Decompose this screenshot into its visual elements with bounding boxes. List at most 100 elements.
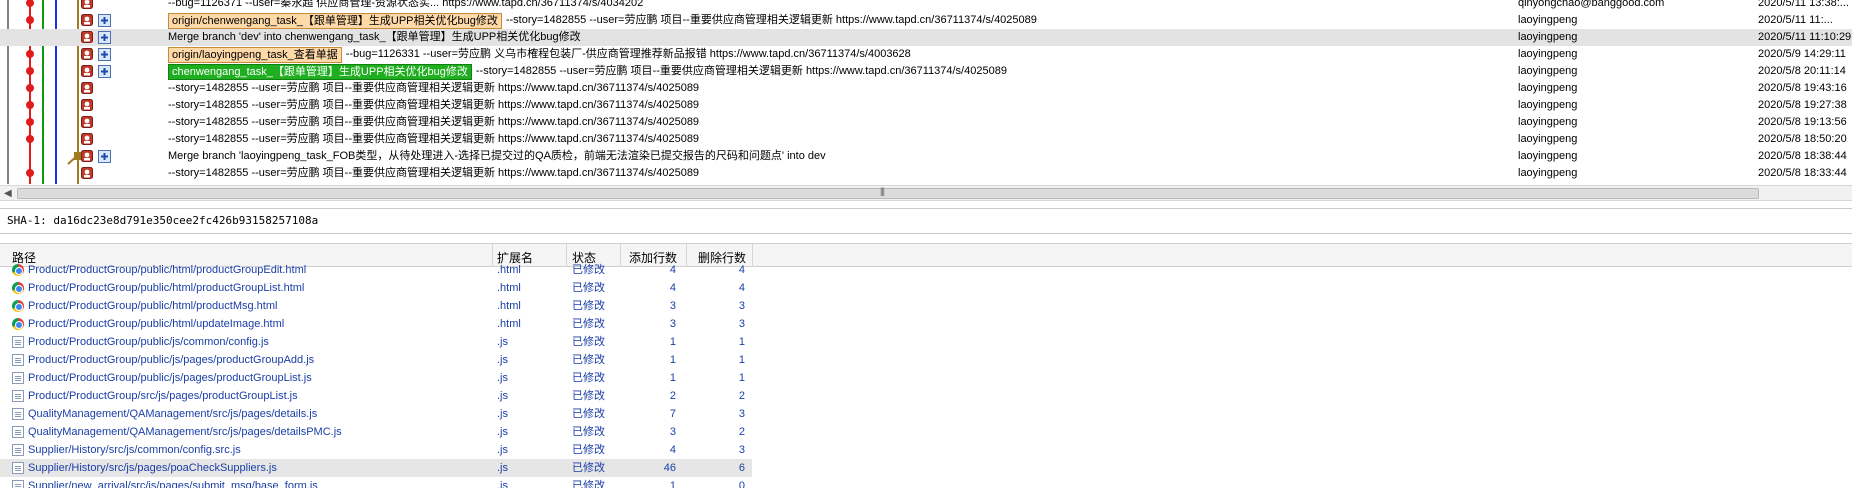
file-status: 已修改	[572, 480, 605, 488]
commit-author: laoyingpeng	[1518, 167, 1578, 179]
commit-message-text: Merge branch 'dev' into chenwengang_task…	[168, 31, 581, 43]
file-status: 已修改	[572, 282, 605, 294]
file-status: 已修改	[572, 408, 605, 420]
html-file-icon	[12, 318, 24, 330]
commit-row[interactable]: --story=1482855 --user=劳应鹏 项目--重要供应商管理相关…	[0, 165, 1852, 182]
scroll-left-arrow-icon[interactable]: ◀	[4, 188, 12, 199]
commit-row[interactable]: chenwengang_task_【跟单管理】生成UPP相关优化bug修改 --s…	[0, 63, 1852, 80]
table-row[interactable]: Product/ProductGroup/public/js/pages/pro…	[0, 369, 752, 387]
commit-message: --story=1482855 --user=劳应鹏 项目--重要供应商管理相关…	[168, 114, 699, 131]
merge-plus-icon	[98, 65, 111, 78]
file-extension: .js	[497, 390, 508, 402]
commit-message: --story=1482855 --user=劳应鹏 项目--重要供应商管理相关…	[168, 165, 699, 182]
html-file-icon	[12, 264, 24, 276]
commit-message: --story=1482855 --user=劳应鹏 项目--重要供应商管理相关…	[168, 97, 699, 114]
file-path: Supplier/new_arrival/src/js/pages/submit…	[28, 480, 318, 488]
commit-author: laoyingpeng	[1518, 48, 1578, 60]
commit-author: laoyingpeng	[1518, 31, 1578, 43]
file-status: 已修改	[572, 462, 605, 474]
table-row[interactable]: Product/ProductGroup/public/js/common/co…	[0, 333, 752, 351]
table-row[interactable]: Product/ProductGroup/src/js/pages/produc…	[0, 387, 752, 405]
table-row[interactable]: QualityManagement/QAManagement/src/js/pa…	[0, 423, 752, 441]
commit-row[interactable]: origin/chenwengang_task_【跟单管理】生成UPP相关优化b…	[0, 12, 1852, 29]
js-file-icon	[12, 426, 24, 438]
table-row[interactable]: Supplier/History/src/js/pages/poaCheckSu…	[0, 459, 752, 477]
sha-text[interactable]: SHA-1: da16dc23e8d791e350cee2fc426b93158…	[7, 214, 318, 227]
log-horizontal-scrollbar[interactable]: ◀ |||	[0, 185, 1852, 201]
lines-added: 1	[669, 372, 676, 384]
file-extension: .html	[497, 282, 521, 294]
commit-avatar-icon	[81, 150, 93, 162]
file-status: 已修改	[572, 336, 605, 348]
file-status: 已修改	[572, 444, 605, 456]
table-row[interactable]: Product/ProductGroup/public/html/product…	[0, 261, 752, 279]
js-file-icon	[12, 390, 24, 402]
file-path: Product/ProductGroup/public/html/product…	[28, 264, 307, 276]
commit-message: chenwengang_task_【跟单管理】生成UPP相关优化bug修改 --s…	[168, 63, 1007, 80]
file-extension: .html	[497, 300, 521, 312]
lines-removed: 3	[738, 300, 745, 312]
file-extension: .js	[497, 426, 508, 438]
table-row[interactable]: Supplier/History/src/js/common/config.sr…	[0, 441, 752, 459]
lines-added: 4	[669, 282, 676, 294]
file-path: Product/ProductGroup/public/html/product…	[28, 300, 278, 312]
commit-author: laoyingpeng	[1518, 116, 1578, 128]
lines-removed: 1	[738, 336, 745, 348]
table-row[interactable]: QualityManagement/QAManagement/src/js/pa…	[0, 405, 752, 423]
commit-avatar-icon	[81, 133, 93, 145]
table-row[interactable]: Product/ProductGroup/public/html/updateI…	[0, 315, 752, 333]
table-row[interactable]: Supplier/new_arrival/src/js/pages/submit…	[0, 477, 752, 488]
js-file-icon	[12, 462, 24, 474]
commit-row[interactable]: --story=1482855 --user=劳应鹏 项目--重要供应商管理相关…	[0, 114, 1852, 131]
commit-row[interactable]: --story=1482855 --user=劳应鹏 项目--重要供应商管理相关…	[0, 131, 1852, 148]
lines-added: 3	[669, 318, 676, 330]
commit-row[interactable]: --story=1482855 --user=劳应鹏 项目--重要供应商管理相关…	[0, 97, 1852, 114]
commit-author: laoyingpeng	[1518, 150, 1578, 162]
file-path: Product/ProductGroup/src/js/pages/produc…	[28, 390, 298, 402]
scrollbar-thumb[interactable]: |||	[17, 186, 1759, 199]
lines-added: 1	[669, 480, 676, 488]
commit-row[interactable]: --story=1482855 --user=劳应鹏 项目--重要供应商管理相关…	[0, 80, 1852, 97]
file-path: Product/ProductGroup/public/html/updateI…	[28, 318, 285, 330]
table-row[interactable]: Product/ProductGroup/public/html/product…	[0, 279, 752, 297]
commit-row[interactable]: --bug=1126371 --user=秦永超 供应商管理-资源状态实... …	[0, 0, 1852, 12]
table-row[interactable]: Product/ProductGroup/public/js/pages/pro…	[0, 351, 752, 369]
commit-row[interactable]: origin/laoyingpeng_task_查看单据 --bug=112633…	[0, 46, 1852, 63]
file-status: 已修改	[572, 426, 605, 438]
lines-removed: 3	[738, 318, 745, 330]
lines-added: 3	[669, 300, 676, 312]
commit-avatar-icon	[81, 167, 93, 179]
commit-log[interactable]: --bug=1126371 --user=秦永超 供应商管理-资源状态实... …	[0, 0, 1852, 184]
commit-row[interactable]: Merge branch 'dev' into chenwengang_task…	[0, 29, 1852, 46]
file-path: Supplier/History/src/js/common/config.sr…	[28, 444, 241, 456]
lines-removed: 3	[738, 408, 745, 420]
file-path: Supplier/History/src/js/pages/poaCheckSu…	[28, 462, 277, 474]
branch-label[interactable]: chenwengang_task_【跟单管理】生成UPP相关优化bug修改	[168, 63, 472, 80]
file-extension: .js	[497, 354, 508, 366]
lines-added: 3	[669, 426, 676, 438]
html-file-icon	[12, 300, 24, 312]
commit-avatar-icon	[81, 65, 93, 77]
commit-message-text: --story=1482855 --user=劳应鹏 项目--重要供应商管理相关…	[475, 65, 1007, 77]
branch-label[interactable]: origin/laoyingpeng_task_查看单据	[168, 46, 342, 63]
commit-author: laoyingpeng	[1518, 82, 1578, 94]
lines-removed: 6	[738, 462, 745, 474]
commit-avatar-icon	[81, 99, 93, 111]
file-extension: .html	[497, 264, 521, 276]
file-path: QualityManagement/QAManagement/src/js/pa…	[28, 408, 318, 420]
commit-date: 2020/5/8 20:11:14	[1758, 65, 1846, 77]
commit-row[interactable]: Merge branch 'laoyingpeng_task_FOB类型，从待处…	[0, 148, 1852, 165]
branch-label[interactable]: origin/chenwengang_task_【跟单管理】生成UPP相关优化b…	[168, 12, 502, 29]
commit-avatar-icon	[81, 116, 93, 128]
commit-date: 2020/5/8 19:27:38	[1758, 99, 1847, 111]
commit-avatar-icon	[81, 31, 93, 43]
commit-avatar-icon	[81, 14, 93, 26]
lines-added: 7	[669, 408, 676, 420]
lines-added: 2	[669, 390, 676, 402]
commit-message: Merge branch 'dev' into chenwengang_task…	[168, 29, 581, 46]
changed-files-table[interactable]: 路径 扩展名 状态 添加行数 删除行数 Product/ProductGroup…	[0, 243, 1852, 488]
commit-date: 2020/5/11 13:38:...	[1758, 0, 1849, 9]
table-row[interactable]: Product/ProductGroup/public/html/product…	[0, 297, 752, 315]
commit-details-panel: SHA-1: da16dc23e8d791e350cee2fc426b93158…	[0, 208, 1852, 234]
commit-date: 2020/5/11 11:...	[1758, 14, 1833, 26]
